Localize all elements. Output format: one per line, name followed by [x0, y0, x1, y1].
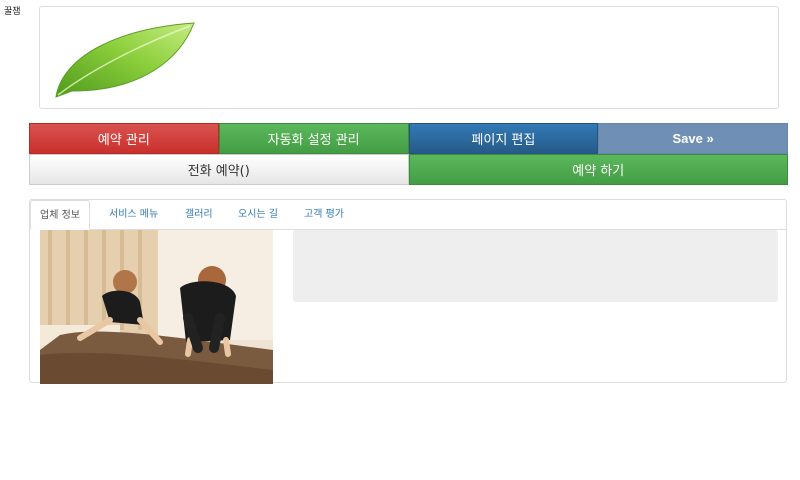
logo-banner [39, 6, 779, 109]
tab-gallery[interactable]: 갤러리 [176, 200, 222, 229]
massage-photo [40, 230, 273, 384]
tab-directions[interactable]: 오시는 길 [229, 200, 287, 229]
tab-service-menu[interactable]: 서비스 메뉴 [100, 200, 167, 229]
reserve-button[interactable]: 예약 하기 [408, 154, 788, 185]
tab-bar: 업체 정보 서비스 메뉴 갤러리 오시는 길 고객 평가 [30, 200, 786, 230]
brand-name: 꿀잼 [4, 7, 21, 17]
business-info-box [293, 230, 778, 302]
automation-settings-button[interactable]: 자동화 설정 관리 [218, 123, 409, 154]
page-edit-button[interactable]: 페이지 편집 [408, 123, 599, 154]
tab-reviews[interactable]: 고객 평가 [295, 200, 353, 229]
save-button[interactable]: Save » [598, 123, 788, 154]
reservation-manage-button[interactable]: 예약 관리 [29, 123, 219, 154]
phone-reservation-button[interactable]: 전화 예약() [29, 154, 409, 185]
business-panel: 업체 정보 서비스 메뉴 갤러리 오시는 길 고객 평가 [29, 199, 787, 384]
leaf-icon [55, 22, 195, 98]
tab-business-info[interactable]: 업체 정보 [30, 200, 90, 230]
